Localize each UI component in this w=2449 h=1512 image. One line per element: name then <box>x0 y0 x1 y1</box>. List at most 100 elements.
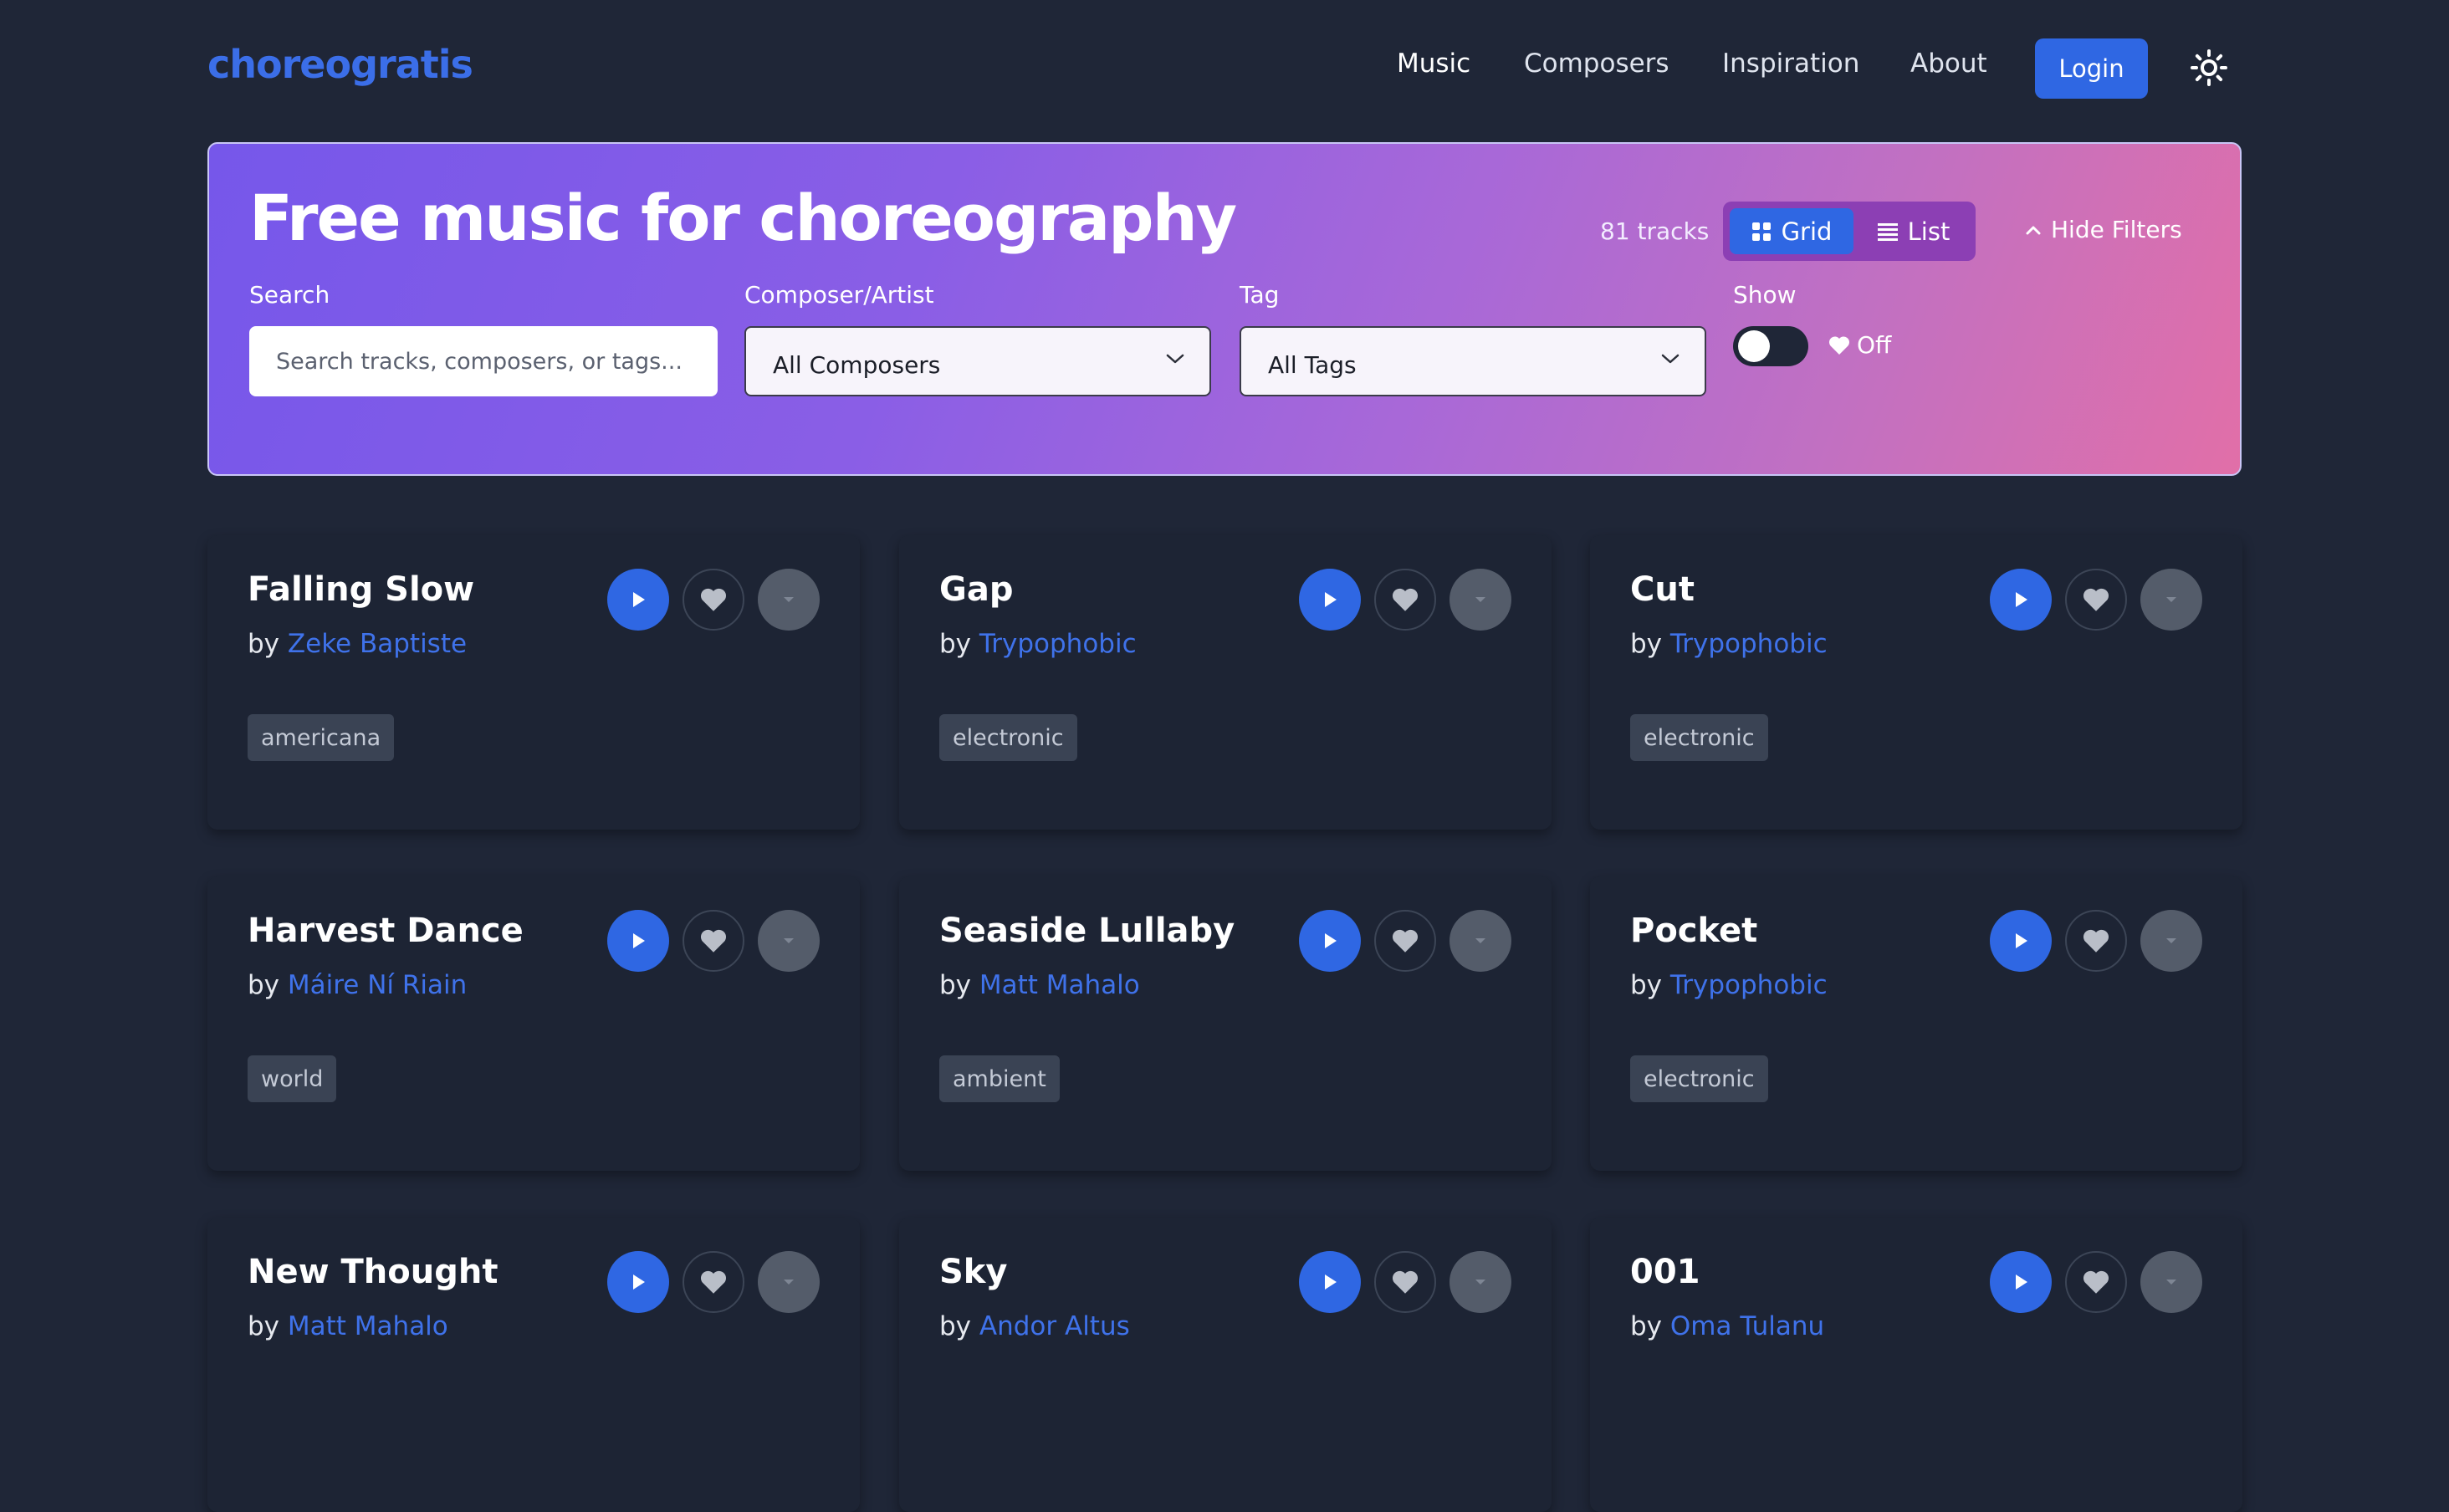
track-card[interactable]: New Thought by Matt Mahalo <box>207 1218 860 1512</box>
track-card[interactable]: Pocket by Trypophobic electronic <box>1590 876 2242 1171</box>
show-label: Show <box>1733 281 1797 309</box>
play-icon <box>1325 933 1337 948</box>
tag-badge[interactable]: world <box>248 1055 337 1102</box>
more-options-button[interactable] <box>2140 910 2202 972</box>
track-title: 001 <box>1630 1253 1700 1291</box>
play-button[interactable] <box>607 910 669 972</box>
composer-select[interactable]: All Composers <box>744 326 1211 396</box>
favorites-filter-state: Off <box>1828 331 1891 359</box>
composer-link[interactable]: Trypophobic <box>979 629 1137 659</box>
hide-filters-label: Hide Filters <box>2051 216 2182 243</box>
nav-composers[interactable]: Composers <box>1524 49 1669 79</box>
composer-link[interactable]: Trypophobic <box>1670 970 1828 1000</box>
heart-icon <box>1392 1270 1419 1294</box>
caret-down-icon <box>1475 597 1485 602</box>
favorite-button[interactable] <box>1374 910 1436 972</box>
track-byline: by Matt Mahalo <box>939 970 1140 1000</box>
composer-link[interactable]: Matt Mahalo <box>288 1311 448 1341</box>
favorite-button[interactable] <box>2065 569 2127 631</box>
byline-prefix: by <box>939 1311 972 1341</box>
track-card[interactable]: 001 by Oma Tulanu <box>1590 1218 2242 1512</box>
site-logo[interactable]: choreogratis <box>207 42 473 87</box>
favorite-button[interactable] <box>1374 1251 1436 1313</box>
tag-select[interactable]: All Tags <box>1240 326 1706 396</box>
play-button[interactable] <box>607 1251 669 1313</box>
filters-panel: Free music for choreography 81 tracks Gr… <box>207 142 2242 476</box>
play-button[interactable] <box>1299 569 1361 631</box>
play-icon <box>633 592 645 607</box>
favorite-button[interactable] <box>683 569 744 631</box>
play-icon <box>1325 592 1337 607</box>
login-button[interactable]: Login <box>2035 38 2148 99</box>
heart-icon <box>1828 335 1850 355</box>
favorites-toggle[interactable] <box>1733 326 1808 366</box>
caret-down-icon <box>2166 597 2176 602</box>
more-options-button[interactable] <box>1449 910 1511 972</box>
composer-link[interactable]: Oma Tulanu <box>1670 1311 1824 1341</box>
toggle-knob <box>1738 330 1770 362</box>
track-card[interactable]: Sky by Andor Altus <box>899 1218 1552 1512</box>
heart-icon <box>1392 929 1419 953</box>
grid-view-label: Grid <box>1781 217 1833 246</box>
composer-link[interactable]: Matt Mahalo <box>979 970 1140 1000</box>
nav-about[interactable]: About <box>1910 49 1987 79</box>
more-options-button[interactable] <box>2140 569 2202 631</box>
tag-badge[interactable]: electronic <box>1630 714 1768 761</box>
caret-down-icon <box>784 938 794 943</box>
sun-icon <box>2191 49 2227 86</box>
track-title: Sky <box>939 1253 1008 1291</box>
play-button[interactable] <box>1990 569 2052 631</box>
track-title: New Thought <box>248 1253 498 1291</box>
grid-view-button[interactable]: Grid <box>1730 208 1853 254</box>
play-button[interactable] <box>1299 1251 1361 1313</box>
theme-toggle-button[interactable] <box>2190 49 2228 87</box>
track-byline: by Oma Tulanu <box>1630 1311 1824 1341</box>
tag-badge[interactable]: electronic <box>939 714 1077 761</box>
play-icon <box>2016 1274 2027 1290</box>
more-options-button[interactable] <box>1449 569 1511 631</box>
track-card[interactable]: Gap by Trypophobic electronic <box>899 535 1552 830</box>
byline-prefix: by <box>248 629 280 659</box>
track-card[interactable]: Harvest Dance by Máire Ní Riain world <box>207 876 860 1171</box>
play-button[interactable] <box>1990 910 2052 972</box>
favorite-button[interactable] <box>683 910 744 972</box>
play-icon <box>633 1274 645 1290</box>
tag-badge[interactable]: electronic <box>1630 1055 1768 1102</box>
track-byline: by Trypophobic <box>1630 970 1828 1000</box>
play-icon <box>2016 933 2027 948</box>
favorite-button[interactable] <box>683 1251 744 1313</box>
search-input[interactable] <box>249 326 718 396</box>
favorite-button[interactable] <box>2065 1251 2127 1313</box>
nav-music[interactable]: Music <box>1397 49 1470 79</box>
track-card[interactable]: Cut by Trypophobic electronic <box>1590 535 2242 830</box>
track-card[interactable]: Falling Slow by Zeke Baptiste americana <box>207 535 860 830</box>
track-byline: by Zeke Baptiste <box>248 629 467 659</box>
list-view-button[interactable]: List <box>1857 208 1971 254</box>
track-card[interactable]: Seaside Lullaby by Matt Mahalo ambient <box>899 876 1552 1171</box>
tag-badge[interactable]: americana <box>248 714 395 761</box>
more-options-button[interactable] <box>758 910 820 972</box>
composer-link[interactable]: Trypophobic <box>1670 629 1828 659</box>
heart-icon <box>2083 588 2109 611</box>
composer-link[interactable]: Máire Ní Riain <box>288 970 467 1000</box>
favorite-button[interactable] <box>1374 569 1436 631</box>
chevron-down-icon <box>1166 354 1184 364</box>
more-options-button[interactable] <box>1449 1251 1511 1313</box>
nav-inspiration[interactable]: Inspiration <box>1722 49 1859 79</box>
composer-link[interactable]: Zeke Baptiste <box>288 629 467 659</box>
hide-filters-button[interactable]: Hide Filters <box>2026 216 2182 243</box>
tag-badge[interactable]: ambient <box>939 1055 1060 1102</box>
composer-link[interactable]: Andor Altus <box>979 1311 1130 1341</box>
play-button[interactable] <box>1990 1251 2052 1313</box>
play-button[interactable] <box>607 569 669 631</box>
heart-icon <box>700 588 727 611</box>
caret-down-icon <box>2166 1280 2176 1285</box>
favorite-button[interactable] <box>2065 910 2127 972</box>
more-options-button[interactable] <box>758 569 820 631</box>
track-title: Seaside Lullaby <box>939 912 1235 950</box>
play-button[interactable] <box>1299 910 1361 972</box>
more-options-button[interactable] <box>2140 1251 2202 1313</box>
more-options-button[interactable] <box>758 1251 820 1313</box>
byline-prefix: by <box>939 629 972 659</box>
byline-prefix: by <box>939 970 972 1000</box>
